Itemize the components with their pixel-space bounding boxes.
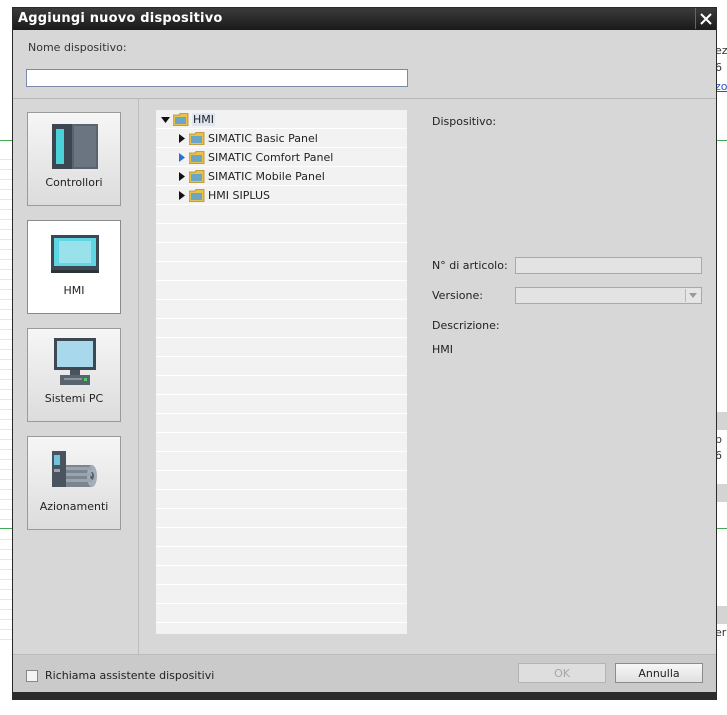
tree-node[interactable]: SIMATIC Mobile Panel — [176, 167, 325, 185]
background-box — [717, 412, 727, 430]
tree-node-label: SIMATIC Basic Panel — [208, 131, 318, 145]
tree-node[interactable]: SIMATIC Comfort Panel — [176, 148, 333, 166]
tree-node-label: HMI — [192, 112, 216, 126]
description-label: Descrizione: — [432, 319, 500, 332]
tree-node-label: SIMATIC Mobile Panel — [208, 169, 325, 183]
folder-icon — [189, 150, 205, 164]
wizard-checkbox[interactable] — [26, 670, 38, 682]
device-name-input[interactable] — [26, 69, 408, 87]
dialog-title: Aggiungi nuovo dispositivo — [18, 11, 223, 26]
article-number-field — [515, 257, 702, 274]
category-hmi-button[interactable]: HMI — [27, 220, 121, 314]
background-box — [717, 606, 727, 624]
close-button[interactable] — [695, 8, 716, 29]
background-green-line — [717, 528, 727, 529]
title-bar[interactable]: Aggiungi nuovo dispositivo — [13, 8, 716, 30]
dialog-footer: Richiama assistente dispositivi OK Annul… — [13, 654, 716, 693]
device-name-label: Nome dispositivo: — [28, 41, 127, 54]
tree-node[interactable]: HMI SIPLUS — [176, 186, 270, 204]
cancel-button[interactable]: Annulla — [615, 663, 703, 683]
ok-button[interactable]: OK — [518, 663, 606, 683]
category-sistemi-pc-button[interactable]: Sistemi PC — [27, 328, 121, 422]
background-green-line — [0, 528, 12, 529]
background-grid-left-lower — [0, 530, 12, 640]
background-grid-left — [0, 150, 12, 520]
expand-arrow-icon[interactable] — [176, 133, 186, 143]
device-category-panel: Controllori HMI Sistemi PC Azionamenti — [13, 99, 139, 654]
version-dropdown[interactable] — [515, 287, 702, 304]
plc-controller-icon — [52, 124, 98, 169]
device-label: Dispositivo: — [432, 115, 497, 128]
dialog-bottom-bar — [13, 692, 716, 699]
background-green-line — [717, 140, 727, 141]
folder-icon — [173, 112, 189, 126]
background-box — [717, 484, 727, 502]
tree-node-label: HMI SIPLUS — [208, 188, 270, 202]
pc-system-icon — [54, 338, 96, 385]
category-label: Azionamenti — [39, 500, 109, 513]
device-tree[interactable]: HMI SIMATIC Basic Panel SIMATIC Comfort … — [156, 110, 407, 634]
category-controllori-button[interactable]: Controllori — [27, 112, 121, 206]
hmi-panel-icon — [51, 235, 99, 273]
chevron-down-icon[interactable] — [685, 289, 700, 302]
tree-node-label: SIMATIC Comfort Panel — [208, 150, 334, 164]
collapse-arrow-icon[interactable] — [160, 114, 170, 124]
folder-icon — [189, 169, 205, 183]
folder-icon — [189, 131, 205, 145]
category-label: Sistemi PC — [44, 392, 104, 405]
wizard-checkbox-label[interactable]: Richiama assistente dispositivi — [45, 669, 214, 682]
panel-separator — [138, 99, 139, 654]
add-device-dialog: Aggiungi nuovo dispositivo Nome disposit… — [12, 7, 717, 700]
background-green-line — [0, 140, 12, 141]
description-value: HMI — [432, 343, 454, 356]
expand-arrow-icon[interactable] — [176, 171, 186, 181]
expand-arrow-icon[interactable] — [176, 152, 186, 162]
article-number-label: N° di articolo: — [432, 259, 508, 272]
tree-node[interactable]: SIMATIC Basic Panel — [176, 129, 318, 147]
close-icon — [700, 12, 712, 25]
folder-icon — [189, 188, 205, 202]
tree-root-node[interactable]: HMI — [160, 110, 216, 128]
category-label: HMI — [63, 284, 85, 297]
version-label: Versione: — [432, 289, 483, 302]
expand-arrow-icon[interactable] — [176, 190, 186, 200]
drive-motor-icon — [52, 451, 97, 487]
category-label: Controllori — [45, 176, 103, 189]
category-azionamenti-button[interactable]: Azionamenti — [27, 436, 121, 530]
